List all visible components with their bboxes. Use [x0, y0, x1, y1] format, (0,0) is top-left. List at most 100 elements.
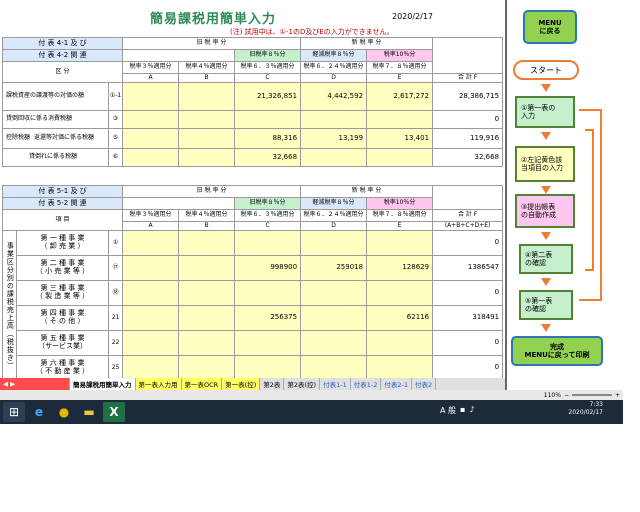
- zoom-minus-icon[interactable]: −: [564, 392, 569, 399]
- input-cell[interactable]: [234, 330, 302, 356]
- step4-box[interactable]: ④第二表 の確認: [519, 244, 573, 274]
- network-icon[interactable]: ▪: [460, 405, 465, 416]
- input-cell[interactable]: [178, 280, 236, 306]
- input-cell[interactable]: [233, 110, 302, 129]
- table2-label-top: 付 表 5-1 及 び: [1, 185, 124, 198]
- input-cell[interactable]: 13,199: [300, 128, 368, 149]
- input-cell[interactable]: [178, 305, 236, 331]
- row-sublabel: （ 卸 売 業 ）: [40, 242, 85, 250]
- input-cell[interactable]: [300, 110, 368, 129]
- input-cell[interactable]: [122, 305, 180, 331]
- input-cell[interactable]: [300, 280, 368, 306]
- input-cell[interactable]: [178, 230, 236, 256]
- input-cell[interactable]: [234, 230, 302, 256]
- input-cell[interactable]: [366, 230, 434, 256]
- tab-nav-arrows[interactable]: ◀ ▶: [0, 378, 70, 390]
- tab-simple-input[interactable]: 簡易課税用簡単入力: [70, 378, 136, 390]
- chrome-icon[interactable]: ●: [53, 402, 75, 422]
- row-sublabel: （ 小 売 業 等 ）: [35, 267, 90, 275]
- clock[interactable]: 7:33 2020/02/17: [568, 401, 603, 417]
- input-cell[interactable]: 32,668: [233, 148, 302, 167]
- col-header: 合 計 F: [432, 209, 504, 222]
- input-cell[interactable]: [122, 255, 180, 281]
- input-cell[interactable]: [300, 355, 368, 378]
- table2-reduced8: 軽減税率８％分: [300, 197, 368, 210]
- excel-icon[interactable]: X: [103, 402, 125, 422]
- loop-arrow-icon: [579, 109, 602, 301]
- input-cell[interactable]: 128629: [366, 255, 434, 281]
- col-header: 税率７．８％適用分: [366, 61, 434, 74]
- input-cell[interactable]: [300, 230, 368, 256]
- spreadsheet-area: 簡易課税用簡単入力 2020/2/17 (注) 試用中は、①-1のD及びEの入力…: [0, 0, 505, 378]
- total-cell: 28,386,715: [432, 82, 504, 111]
- tab-first-input[interactable]: 第一表入力用: [135, 378, 182, 390]
- tab-second-copy[interactable]: 第2表(控): [284, 378, 321, 390]
- input-cell[interactable]: [178, 255, 236, 281]
- input-cell[interactable]: [366, 148, 434, 167]
- step2-box[interactable]: ②左記黄色該 当項目の入力: [515, 146, 575, 182]
- windows-start-icon[interactable]: ⊞: [3, 402, 25, 422]
- tab-second[interactable]: 第2表: [260, 378, 285, 390]
- table-fuhyo5: 付 表 5-1 及 び 旧 税 率 分 新 税 率 分 付 表 5-2 関 連 …: [1, 185, 504, 378]
- row-label: 控除税額 返還等対価に係る税額: [2, 128, 109, 149]
- zoom-plus-icon[interactable]: +: [615, 392, 620, 399]
- input-cell[interactable]: [178, 110, 235, 129]
- finish-print-button[interactable]: 完成 MENUに戻って印刷: [511, 336, 603, 366]
- step5-box[interactable]: ⑤第一表 の確認: [519, 290, 573, 320]
- input-cell[interactable]: [122, 110, 179, 129]
- input-cell[interactable]: [122, 230, 180, 256]
- input-cell[interactable]: [366, 355, 434, 378]
- col-header: 税率３％適用分: [122, 61, 179, 74]
- ime-indicator[interactable]: A 般: [440, 405, 456, 416]
- input-cell[interactable]: [122, 128, 179, 149]
- input-cell[interactable]: 256375: [234, 305, 302, 331]
- input-cell[interactable]: [178, 330, 236, 356]
- menu-return-button[interactable]: MENU に戻る: [523, 10, 577, 44]
- input-cell[interactable]: 2,617,272: [366, 82, 434, 111]
- input-cell[interactable]: [122, 355, 180, 378]
- zoom-slider[interactable]: [571, 394, 612, 396]
- total-cell: 32,668: [432, 148, 504, 167]
- input-cell[interactable]: [122, 330, 180, 356]
- input-cell[interactable]: 13,401: [366, 128, 434, 149]
- input-cell[interactable]: 4,442,592: [300, 82, 368, 111]
- tab-fuhyo1-1[interactable]: 付表1-1: [320, 378, 351, 390]
- input-cell[interactable]: [122, 280, 180, 306]
- input-cell[interactable]: [122, 82, 179, 111]
- input-cell[interactable]: [300, 305, 368, 331]
- input-cell[interactable]: [178, 128, 235, 149]
- row-no: ⑰: [107, 255, 124, 281]
- tab-fuhyo2-1[interactable]: 付表2-1: [381, 378, 412, 390]
- input-cell[interactable]: 259018: [300, 255, 368, 281]
- kojo-label: 控除税額: [6, 134, 31, 142]
- input-cell[interactable]: [366, 280, 434, 306]
- ie-icon[interactable]: e: [28, 402, 50, 422]
- step3-box[interactable]: ③提出帳表 の自動作成: [515, 194, 575, 228]
- input-cell[interactable]: 88,316: [233, 128, 302, 149]
- table-fuhyo4: 付 表 4-1 及 び 旧 税 率 分 新 税 率 分 付 表 4-2 関 連 …: [2, 37, 504, 167]
- input-cell[interactable]: [122, 148, 179, 167]
- tab-first-copy[interactable]: 第一表(控): [222, 378, 261, 390]
- taskbar: ⊞ e ● ▬ X A 般 ▪ ♪ 7:33 2020/02/17: [0, 400, 623, 424]
- tab-fuhyo1-2[interactable]: 付表1-2: [351, 378, 382, 390]
- tab-first-ocr[interactable]: 第一表OCR: [181, 378, 223, 390]
- input-cell[interactable]: 998900: [234, 255, 302, 281]
- input-cell[interactable]: 21,326,851: [233, 82, 302, 111]
- input-cell[interactable]: [178, 355, 236, 378]
- volume-icon[interactable]: ♪: [469, 405, 474, 416]
- input-cell[interactable]: 62116: [366, 305, 434, 331]
- input-cell[interactable]: [300, 148, 368, 167]
- input-cell[interactable]: [366, 110, 434, 129]
- input-cell[interactable]: [300, 330, 368, 356]
- explorer-icon[interactable]: ▬: [78, 402, 100, 422]
- col-header: 税率４％適用分: [178, 61, 235, 74]
- input-cell[interactable]: [178, 148, 235, 167]
- total-cell: 0: [432, 230, 504, 256]
- input-cell[interactable]: [366, 330, 434, 356]
- step1-box[interactable]: ①第一表の 入力: [515, 96, 575, 128]
- input-cell[interactable]: [178, 82, 235, 111]
- tab-fuhyo2[interactable]: 付表2: [412, 378, 437, 390]
- input-cell[interactable]: [234, 355, 302, 378]
- col-letter: D: [300, 221, 368, 231]
- input-cell[interactable]: [234, 280, 302, 306]
